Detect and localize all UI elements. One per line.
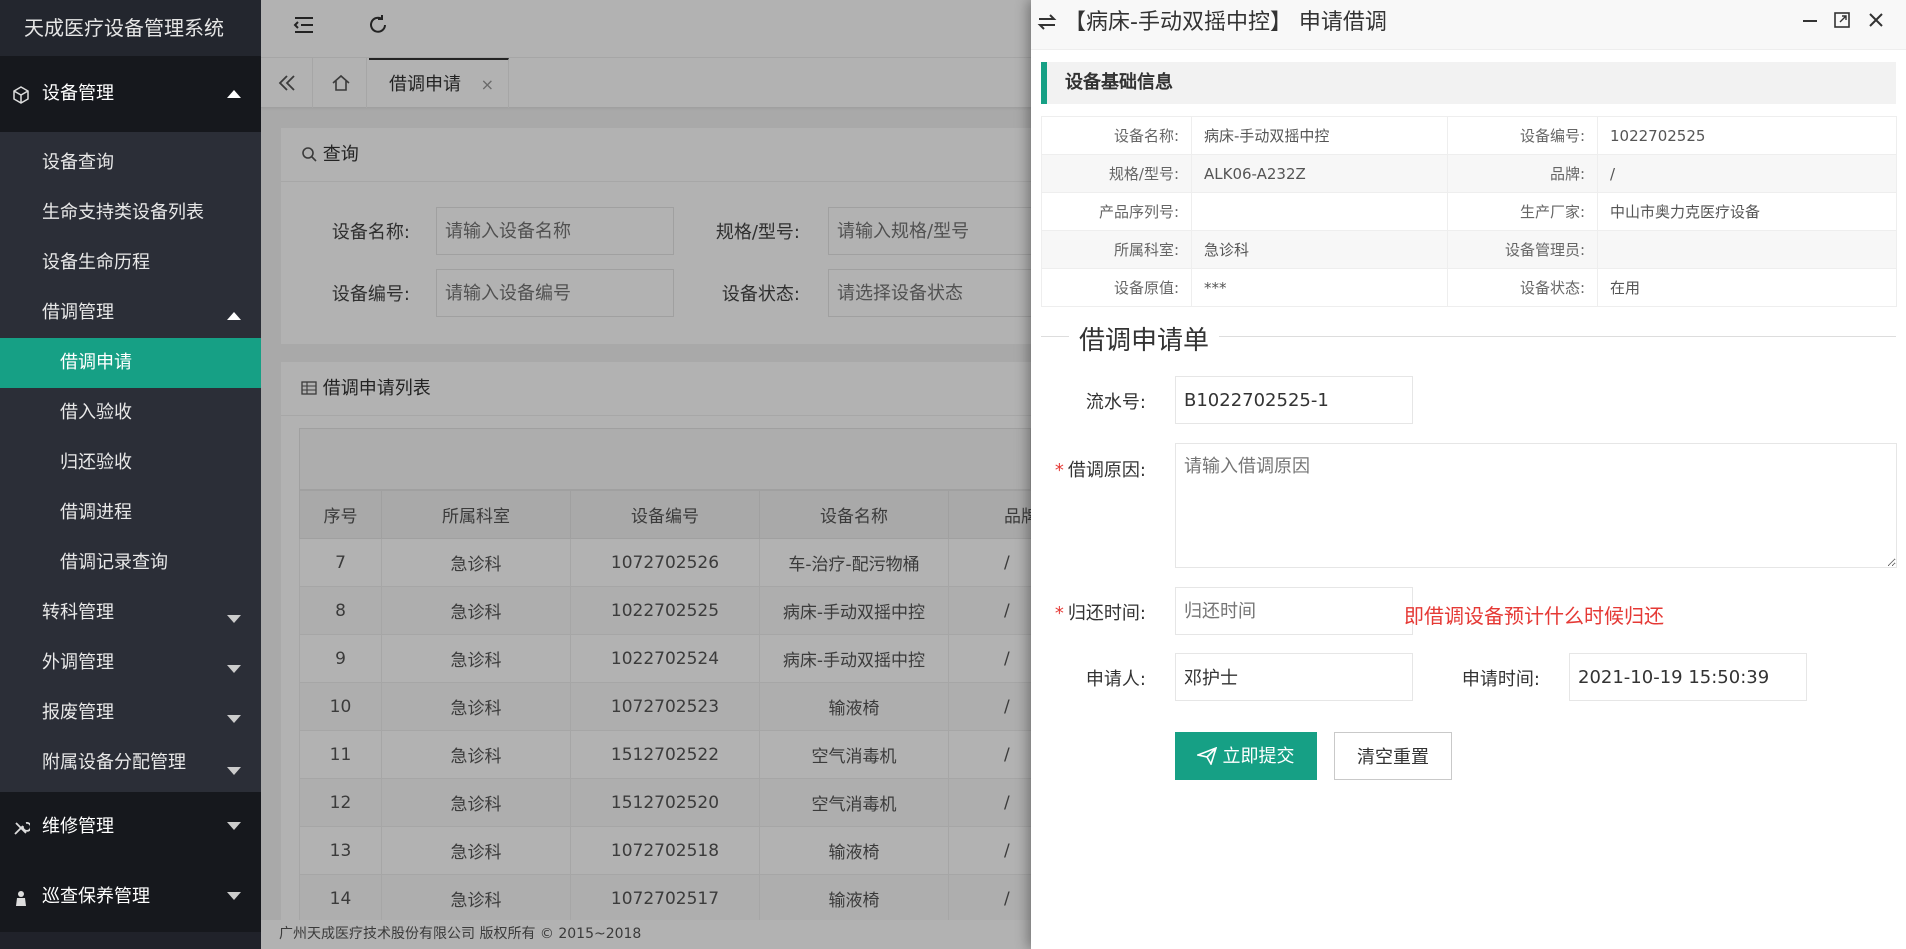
form-title: 借调申请单 <box>1079 326 1210 356</box>
return-time-note: 即借调设备预计什么时候归还 <box>1404 604 1664 628</box>
chevron-down-icon <box>227 892 241 900</box>
info-section-title: 设备基础信息 <box>1041 62 1896 104</box>
info-row: 产品序列号: 生产厂家: 中山市奥力克医疗设备 <box>1041 192 1897 231</box>
sidebar-item-device-query[interactable]: 设备查询 <box>0 138 261 188</box>
dialog-title: 【病床-手动双摇中控】 申请借调 <box>1064 10 1387 35</box>
info-label: 设备原值: <box>1041 268 1192 307</box>
sidebar-group-label: 巡查保养管理 <box>42 886 150 907</box>
chevron-down-icon <box>227 615 241 623</box>
info-value: / <box>1597 154 1897 193</box>
send-icon <box>1195 746 1222 766</box>
info-label: 生产厂家: <box>1447 192 1598 231</box>
dialog-header: 【病床-手动双摇中控】 申请借调 <box>1031 0 1906 50</box>
info-label: 产品序列号: <box>1041 192 1192 231</box>
info-label: 所属科室: <box>1041 230 1192 269</box>
maximize-icon[interactable] <box>1833 10 1851 34</box>
info-value <box>1597 230 1897 269</box>
reset-button[interactable]: 清空重置 <box>1334 732 1452 780</box>
sidebar-submenu: 设备查询 生命支持类设备列表 设备生命历程 借调管理 借调申请 借入验收 归还验… <box>0 132 261 792</box>
info-value: 在用 <box>1597 268 1897 307</box>
info-label: 设备名称: <box>1041 116 1192 155</box>
info-row: 设备名称: 病床-手动双摇中控 设备编号: 1022702525 <box>1041 116 1897 155</box>
device-info-table: 设备名称: 病床-手动双摇中控 设备编号: 1022702525 规格/型号: ALK06… <box>1041 116 1897 307</box>
chevron-down-icon <box>227 715 241 723</box>
sidebar-group-repair[interactable]: 维修管理 <box>0 792 261 862</box>
info-label: 品牌: <box>1447 154 1598 193</box>
info-label: 设备状态: <box>1447 268 1598 307</box>
sidebar-item-transfer[interactable]: 转科管理 <box>0 588 261 638</box>
info-value: *** <box>1191 268 1448 307</box>
sidebar-item-external[interactable]: 外调管理 <box>0 638 261 688</box>
app-title: 天成医疗设备管理系统 <box>0 0 261 56</box>
info-value: 1022702525 <box>1597 116 1897 155</box>
info-row: 设备原值: *** 设备状态: 在用 <box>1041 268 1897 307</box>
sidebar-item-scrap[interactable]: 报废管理 <box>0 688 261 738</box>
sidebar-group-patrol[interactable]: 巡查保养管理 <box>0 862 261 932</box>
sidebar-item-device-lifecycle[interactable]: 设备生命历程 <box>0 238 261 288</box>
chevron-up-icon <box>227 312 241 320</box>
info-label: 设备管理员: <box>1447 230 1598 269</box>
divider <box>1219 336 1896 337</box>
sidebar-item-borrow-records[interactable]: 借调记录查询 <box>0 538 261 588</box>
chevron-down-icon <box>227 665 241 673</box>
minimize-icon[interactable] <box>1801 10 1819 34</box>
modal-overlay[interactable] <box>261 0 1031 949</box>
info-label: 设备编号: <box>1447 116 1598 155</box>
divider <box>1041 336 1069 337</box>
info-value: 病床-手动双摇中控 <box>1191 116 1448 155</box>
swap-icon <box>1037 10 1064 35</box>
sidebar-item-borrow-in-accept[interactable]: 借入验收 <box>0 388 261 438</box>
sidebar-item-borrow-management[interactable]: 借调管理 <box>0 288 261 338</box>
reason-textarea[interactable] <box>1175 443 1897 568</box>
sidebar: 天成医疗设备管理系统 设备管理 设备查询 生命支持类设备列表 设备生命历程 借调… <box>0 0 261 949</box>
serial-input[interactable] <box>1175 376 1413 424</box>
info-value: 急诊科 <box>1191 230 1448 269</box>
sidebar-group-label: 设备管理 <box>42 83 114 104</box>
required-mark: * <box>1054 460 1064 481</box>
info-row: 所属科室: 急诊科 设备管理员: <box>1041 230 1897 269</box>
applicant-input[interactable] <box>1175 653 1413 701</box>
return-time-input[interactable] <box>1175 587 1413 635</box>
sidebar-item-return-accept[interactable]: 归还验收 <box>0 438 261 488</box>
reason-label: * 借调原因: <box>1054 460 1146 481</box>
form-legend: 借调申请单 <box>1041 318 1896 356</box>
chevron-down-icon <box>227 767 241 776</box>
close-icon[interactable] <box>1867 10 1885 34</box>
sidebar-item-accessory[interactable]: 附属设备分配管理 <box>0 738 261 792</box>
required-mark: * <box>1054 603 1064 624</box>
return-time-label: * 归还时间: <box>1054 603 1146 624</box>
sidebar-group-equipment[interactable]: 设备管理 <box>0 56 261 132</box>
applicant-label: 申请人: <box>1085 669 1146 690</box>
sidebar-item-borrow-progress[interactable]: 借调进程 <box>0 488 261 538</box>
info-row: 规格/型号: ALK06-A232Z 品牌: / <box>1041 154 1897 193</box>
submit-button[interactable]: 立即提交 <box>1175 732 1317 780</box>
apply-time-input[interactable] <box>1569 653 1807 701</box>
apply-time-label: 申请时间: <box>1461 669 1540 690</box>
cube-icon <box>12 56 32 132</box>
sidebar-item-borrow-apply[interactable]: 借调申请 <box>0 338 261 388</box>
sidebar-group-label: 维修管理 <box>42 816 114 837</box>
info-value: ALK06-A232Z <box>1191 154 1448 193</box>
sidebar-item-life-support[interactable]: 生命支持类设备列表 <box>0 188 261 238</box>
info-value <box>1191 192 1448 231</box>
wrench-icon <box>12 792 32 862</box>
chevron-down-icon <box>227 822 241 830</box>
person-icon <box>12 862 32 932</box>
serial-label: 流水号: <box>1085 392 1146 413</box>
info-value: 中山市奥力克医疗设备 <box>1597 192 1897 231</box>
info-label: 规格/型号: <box>1041 154 1192 193</box>
chevron-up-icon <box>227 90 241 98</box>
